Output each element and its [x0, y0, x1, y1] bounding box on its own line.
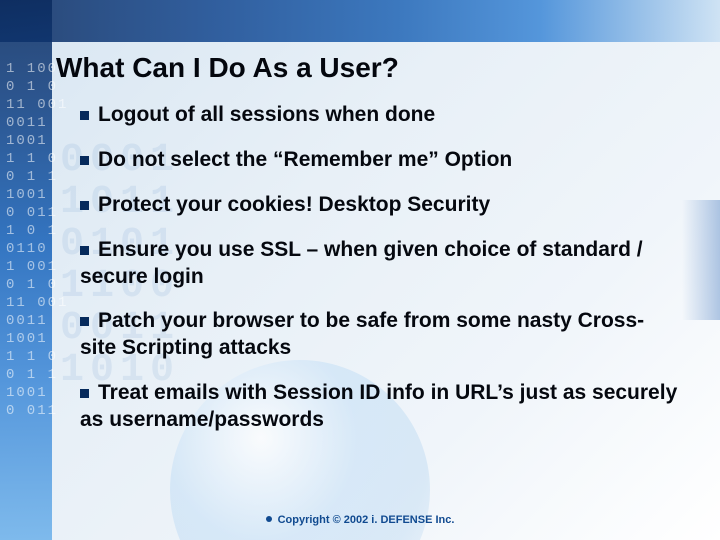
- list-item-text: Patch your browser to be safe from some …: [80, 309, 644, 359]
- accent-left: [0, 0, 52, 540]
- footer-text: Copyright © 2002 i. DEFENSE Inc.: [278, 514, 455, 526]
- list-item-text: Logout of all sessions when done: [98, 103, 435, 126]
- top-band: [0, 0, 720, 42]
- list-item: Protect your cookies! Desktop Security: [80, 192, 680, 219]
- square-bullet-icon: [80, 246, 89, 255]
- dot-icon: [266, 516, 272, 522]
- list-item: Logout of all sessions when done: [80, 102, 680, 129]
- list-item: Ensure you use SSL – when given choice o…: [80, 237, 680, 291]
- list-item-text: Do not select the “Remember me” Option: [98, 148, 512, 171]
- list-item-text: Treat emails with Session ID info in URL…: [80, 381, 677, 431]
- list-item-text: Protect your cookies! Desktop Security: [98, 193, 490, 216]
- square-bullet-icon: [80, 389, 89, 398]
- square-bullet-icon: [80, 111, 89, 120]
- list-item-text: Ensure you use SSL – when given choice o…: [80, 238, 643, 288]
- list-item: Patch your browser to be safe from some …: [80, 308, 680, 362]
- square-bullet-icon: [80, 201, 89, 210]
- slide-title: What Can I Do As a User?: [56, 52, 399, 84]
- footer: Copyright © 2002 i. DEFENSE Inc.: [0, 514, 720, 526]
- list-item: Do not select the “Remember me” Option: [80, 147, 680, 174]
- square-bullet-icon: [80, 317, 89, 326]
- content-area: Logout of all sessions when done Do not …: [80, 102, 680, 452]
- accent-right: [682, 200, 720, 320]
- list-item: Treat emails with Session ID info in URL…: [80, 380, 680, 434]
- square-bullet-icon: [80, 156, 89, 165]
- slide: 1 1001 0 1 0 11 001 0011 1001 1 1 0 0 1 …: [0, 0, 720, 540]
